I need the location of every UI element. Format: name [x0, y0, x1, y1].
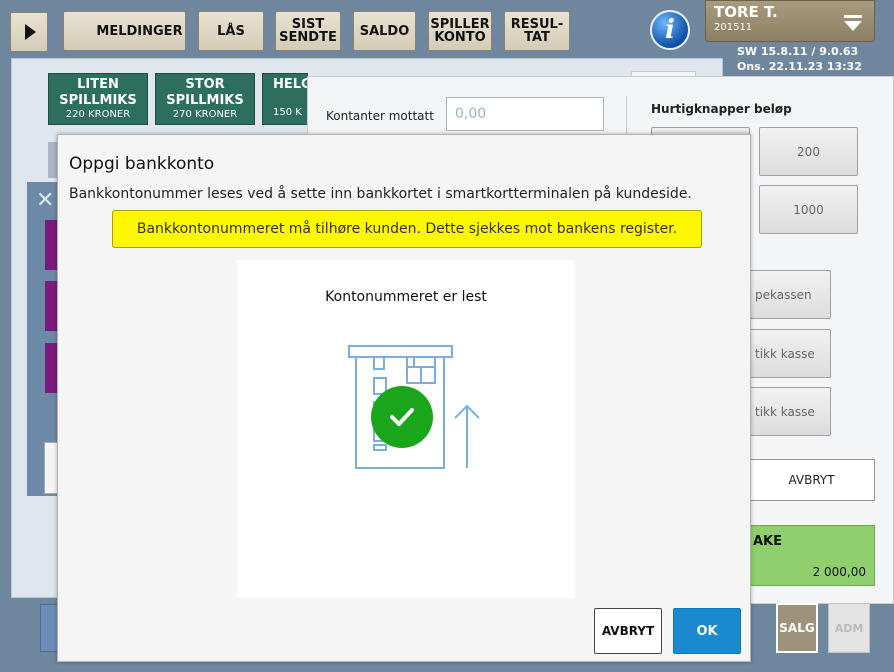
- quick-amount-200-button[interactable]: 200: [759, 127, 858, 176]
- side-button[interactable]: [44, 442, 58, 494]
- quick-amount-1000-button[interactable]: 1000: [759, 185, 858, 234]
- quick-label: Hurtigknapper beløp: [651, 102, 792, 116]
- game-price: 150 K: [273, 107, 302, 118]
- game-title: HELG: [273, 77, 312, 92]
- cash-label: Kontanter mottatt: [326, 109, 434, 123]
- messages-button[interactable]: MELDINGER: [63, 11, 186, 51]
- status-text: Kontonummeret er lest: [325, 289, 487, 305]
- dialog-ok-button[interactable]: OK: [673, 608, 741, 654]
- game-button-small-mix[interactable]: LITEN SPILLMIKS 220 KRONER: [48, 73, 148, 125]
- admin-nav-button[interactable]: ADM: [828, 603, 870, 653]
- user-id: 201511: [714, 22, 753, 33]
- card-reader-icon: [348, 345, 480, 469]
- game-title: LITEN SPILLMIKS: [59, 77, 137, 108]
- cash-input[interactable]: 0,00: [446, 97, 604, 131]
- game-price: 220 KRONER: [65, 109, 131, 120]
- lock-button[interactable]: LÅS: [198, 11, 264, 51]
- total-title: AKE: [753, 534, 783, 549]
- player-account-button[interactable]: SPILLER KONTO: [428, 11, 492, 51]
- result-button[interactable]: RESUL- TAT: [504, 11, 570, 51]
- info-icon[interactable]: i: [650, 10, 690, 50]
- close-icon[interactable]: ✕: [36, 188, 54, 213]
- action-button[interactable]: pekassen: [748, 270, 831, 319]
- game-button-weekend[interactable]: HELG 150 K: [262, 73, 312, 125]
- total-button[interactable]: AKE 2 000,00: [748, 525, 875, 586]
- game-title: STOR SPILLMIKS: [166, 77, 244, 108]
- game-button-large-mix[interactable]: STOR SPILLMIKS 270 KRONER: [155, 73, 255, 125]
- version-info: SW 15.8.11 / 9.0.63 Ons. 22.11.23 13:32: [737, 44, 862, 74]
- datetime-text: Ons. 22.11.23 13:32: [737, 60, 862, 73]
- action-button[interactable]: tikk kasse: [748, 329, 831, 378]
- user-name: TORE T.: [714, 3, 778, 21]
- balance-button[interactable]: SALDO: [353, 11, 416, 51]
- total-value: 2 000,00: [812, 565, 866, 579]
- version-text: SW 15.8.11 / 9.0.63: [737, 45, 859, 58]
- bank-account-dialog: Oppgi bankkonto Bankkontonummer leses ve…: [57, 134, 751, 662]
- dialog-title: Oppgi bankkonto: [69, 154, 215, 174]
- last-sent-button[interactable]: SIST SENDTE: [275, 11, 341, 51]
- status-card: Kontonummeret er lest: [237, 260, 575, 598]
- cancel-payment-button[interactable]: AVBRYT: [748, 459, 875, 501]
- action-button[interactable]: tikk kasse: [748, 387, 831, 436]
- sales-nav-button[interactable]: SALG: [776, 603, 818, 653]
- play-button[interactable]: [10, 12, 48, 52]
- warning-banner: Bankkontonummeret må tilhøre kunden. Det…: [112, 210, 702, 248]
- dialog-cancel-button[interactable]: AVBRYT: [594, 608, 662, 654]
- game-price: 270 KRONER: [172, 109, 238, 120]
- menu-dropdown-icon[interactable]: [844, 15, 862, 31]
- user-menu[interactable]: TORE T. 201511: [705, 0, 875, 42]
- dialog-description: Bankkontonummer leses ved å sette inn ba…: [69, 186, 692, 202]
